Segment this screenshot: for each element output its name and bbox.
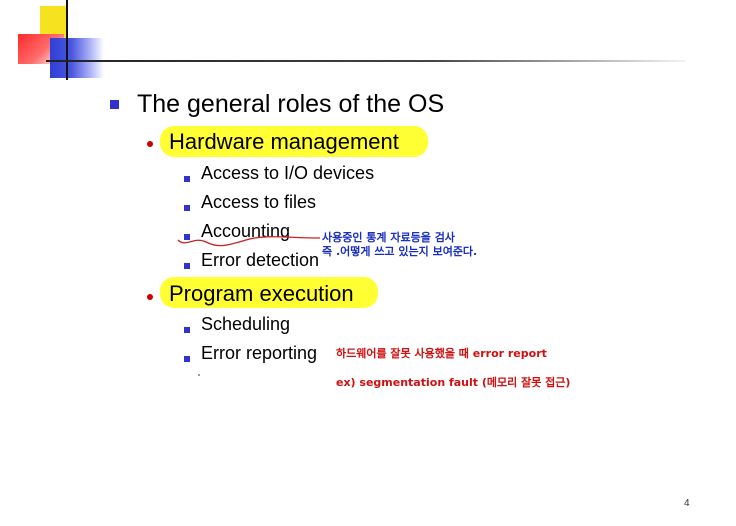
annotation-error-report-1: 하드웨어를 잘못 사용했을 때 error report <box>336 347 547 360</box>
section-bullet-icon <box>147 294 153 300</box>
item-bullet-icon <box>184 327 190 333</box>
annotation-accounting-2: 즉 .어떻게 쓰고 있는지 보여준다. <box>322 245 478 258</box>
stray-mark <box>198 374 200 376</box>
section-hardware-management: Hardware management <box>169 129 399 154</box>
section-bullet-icon <box>147 141 153 147</box>
list-item: Scheduling <box>201 314 291 334</box>
list-item: Error reporting <box>201 343 318 363</box>
item-bullet-icon <box>184 176 190 182</box>
decorative-horizontal-line <box>46 60 686 62</box>
annotation-error-report-2: ex) segmentation fault (메모리 잘못 접근) <box>336 376 571 389</box>
item-bullet-icon <box>184 263 190 269</box>
handwritten-underline <box>177 236 321 247</box>
list-item: Error detection <box>201 250 320 270</box>
decorative-vertical-line <box>66 0 68 80</box>
item-bullet-icon <box>184 205 190 211</box>
slide-title: The general roles of the OS <box>137 90 445 118</box>
decorative-blue-square <box>50 38 104 78</box>
list-item: Access to files <box>201 192 317 212</box>
item-bullet-icon <box>184 356 190 362</box>
section-program-execution: Program execution <box>169 281 354 306</box>
title-bullet-icon <box>110 100 119 109</box>
page-number: 4 <box>684 498 690 509</box>
list-item: Access to I/O devices <box>201 163 375 183</box>
